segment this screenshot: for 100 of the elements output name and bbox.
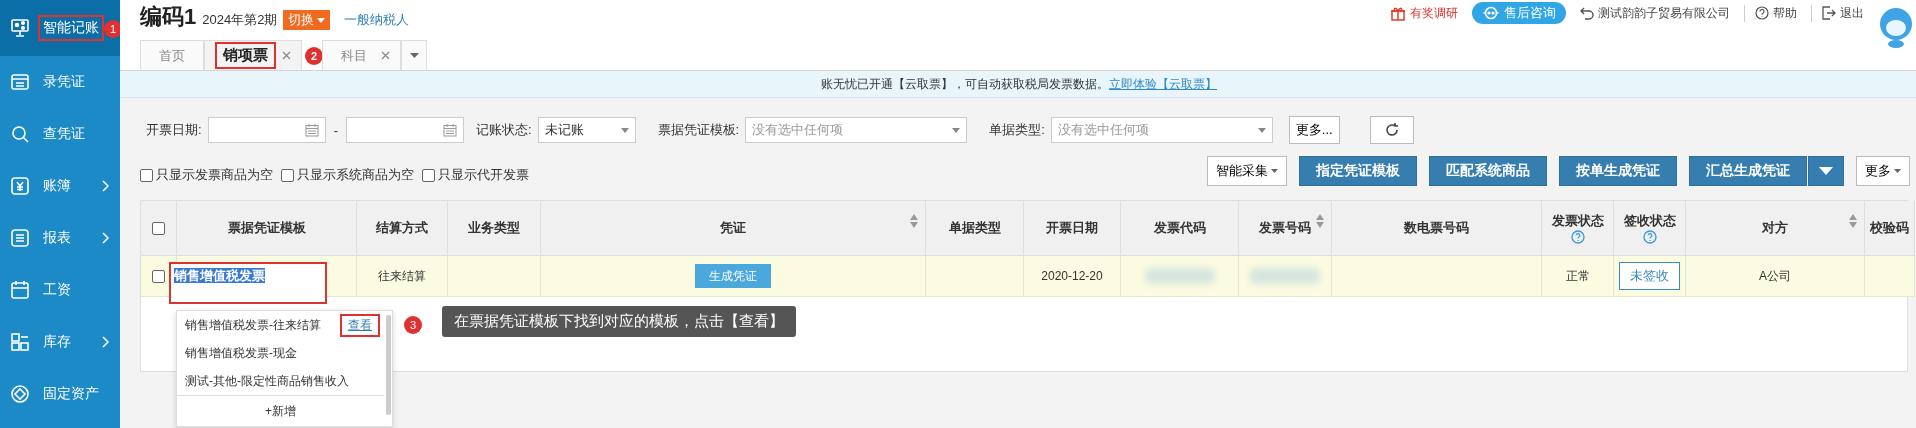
sidebar-item[interactable]: 账簿 <box>0 160 120 212</box>
redacted-value <box>1144 268 1215 284</box>
undo-icon <box>1580 6 1594 20</box>
date-separator: - <box>333 122 338 138</box>
filter-label: 开票日期: <box>146 121 202 139</box>
help-link[interactable]: 帮助 <box>1744 4 1797 22</box>
target-icon <box>10 384 30 404</box>
yen-icon <box>10 176 30 196</box>
header-label: 签收状态 <box>1623 212 1676 230</box>
sidebar-item[interactable]: 录凭证 <box>0 56 120 108</box>
table-cell: 正常 <box>1542 256 1614 297</box>
help-icon[interactable] <box>1642 230 1657 244</box>
sort-icon[interactable] <box>909 213 919 229</box>
filter-label: 单据类型: <box>989 121 1045 139</box>
date-field[interactable] <box>207 117 326 143</box>
logout-link[interactable]: 退出 <box>1811 4 1864 22</box>
sidebar-item[interactable]: 库存 <box>0 316 120 368</box>
chevron-right-icon <box>102 232 110 244</box>
notice-text: 账无忧已开通【云取票】，可自动获取税局发票数据。 <box>821 75 1109 93</box>
sidebar-item[interactable]: 查凭证 <box>0 108 120 160</box>
list-icon <box>10 228 30 248</box>
caret-icon <box>1271 169 1278 173</box>
caret-icon <box>1894 169 1901 173</box>
voucher-icon <box>10 72 30 92</box>
table-cell: 往来结算 <box>357 256 448 297</box>
type-select[interactable]: 没有选中任何项 <box>1050 117 1273 143</box>
header-label: 单据类型 <box>948 219 1001 237</box>
gift-icon <box>1390 5 1406 21</box>
redacted-value <box>1250 268 1320 284</box>
caret-icon <box>1257 127 1266 133</box>
template-option[interactable]: 测试-其他-限定性商品销售收入 <box>185 372 349 390</box>
toolbar-button[interactable]: 匹配系统商品 <box>1429 156 1547 186</box>
filter-checkbox[interactable]: 只显示系统商品为空 <box>281 166 414 184</box>
consult-button[interactable]: 售后咨询 <box>1472 2 1566 24</box>
caret-icon <box>409 53 419 58</box>
sidebar-item[interactable]: 智能记账 1 <box>0 0 120 56</box>
toolbar-button[interactable]: 汇总生成凭证 <box>1689 156 1807 186</box>
sidebar-item[interactable]: 工资 <box>0 264 120 316</box>
header-label: 发票状态 <box>1551 212 1604 230</box>
tab[interactable]: 首页 <box>140 40 204 70</box>
survey-link[interactable]: 有奖调研 <box>1390 4 1458 22</box>
chevron-right-icon <box>102 180 110 192</box>
scrollbar[interactable] <box>386 315 391 415</box>
toolbar-button[interactable]: 智能采集 <box>1207 156 1287 186</box>
select-all-checkbox[interactable] <box>141 201 177 256</box>
close-icon[interactable] <box>282 51 291 60</box>
sidebar-item[interactable]: 报表 <box>0 212 120 264</box>
headset-icon <box>1482 5 1500 21</box>
header-label: 结算方式 <box>376 219 428 237</box>
step-badge: 2 <box>305 47 323 65</box>
chevron-right-icon <box>102 336 110 348</box>
tooltip: 在票据凭证模板下找到对应的模板，点击【查看】 <box>442 306 796 337</box>
sort-icon[interactable] <box>1848 213 1858 229</box>
template-option[interactable]: 销售增值税发票-往来结算 <box>185 316 321 334</box>
help-icon[interactable] <box>1570 230 1585 244</box>
add-template-button[interactable]: +新增 <box>177 395 384 426</box>
refresh-icon <box>1383 122 1400 138</box>
notice-link[interactable]: 立即体验【云取票】 <box>1109 75 1217 93</box>
monitor-icon <box>10 18 30 38</box>
dropdown-button[interactable] <box>1808 156 1844 186</box>
sort-icon[interactable] <box>1315 213 1325 229</box>
header-label: 开票日期 <box>1046 219 1098 237</box>
header-label: 发票代码 <box>1153 219 1206 237</box>
view-link[interactable]: 查看 <box>340 313 380 337</box>
receipt-status-button[interactable]: 未签收 <box>1619 262 1680 290</box>
logout-icon <box>1822 6 1836 20</box>
template-input[interactable]: 销售增值税发票 <box>169 262 327 304</box>
tab-menu-button[interactable] <box>401 40 427 70</box>
filter-checkbox[interactable]: 只显示发票商品为空 <box>140 166 273 184</box>
switch-button[interactable]: 切换 <box>283 10 331 30</box>
grid-icon <box>10 332 30 352</box>
filter-label: 票据凭证模板: <box>657 121 740 139</box>
taxpayer-link[interactable]: 一般纳税人 <box>344 11 410 29</box>
header-label: 业务类型 <box>468 219 520 237</box>
date-field[interactable] <box>345 117 464 143</box>
table-cell: A公司 <box>1686 256 1865 297</box>
close-icon[interactable] <box>381 51 390 60</box>
toolbar-button[interactable]: 指定凭证模板 <box>1299 156 1417 186</box>
toolbar-button[interactable]: 按单生成凭证 <box>1559 156 1677 186</box>
table-cell: 2020-12-20 <box>1024 256 1121 297</box>
more-button[interactable]: 更多... <box>1288 116 1340 144</box>
row-checkbox[interactable] <box>152 269 165 283</box>
status-select[interactable]: 未记账 <box>537 117 636 143</box>
sidebar-item[interactable]: 固定资产 <box>0 368 120 420</box>
filter-checkbox[interactable]: 只显示代开发票 <box>422 166 529 184</box>
refresh-button[interactable] <box>1369 116 1414 144</box>
account-title: 编码1 <box>140 3 197 31</box>
caret-icon <box>952 127 961 133</box>
company-switch-link[interactable]: 测试韵韵子贸易有限公司 <box>1580 4 1730 22</box>
template-option[interactable]: 销售增值税发票-现金 <box>185 344 297 362</box>
period-label: 2024年第2期 <box>202 11 278 29</box>
tab[interactable]: 科目 <box>322 40 401 70</box>
generate-voucher-button[interactable]: 生成凭证 <box>695 264 771 288</box>
header-label: 凭证 <box>720 219 746 237</box>
header-label: 校验码 <box>1870 219 1909 237</box>
calendar-icon <box>304 123 319 137</box>
toolbar-button[interactable]: 更多 <box>1856 156 1910 186</box>
template-select[interactable]: 没有选中任何项 <box>745 117 968 143</box>
header-label: 发票号码 <box>1259 219 1311 237</box>
help-icon <box>1755 6 1769 20</box>
